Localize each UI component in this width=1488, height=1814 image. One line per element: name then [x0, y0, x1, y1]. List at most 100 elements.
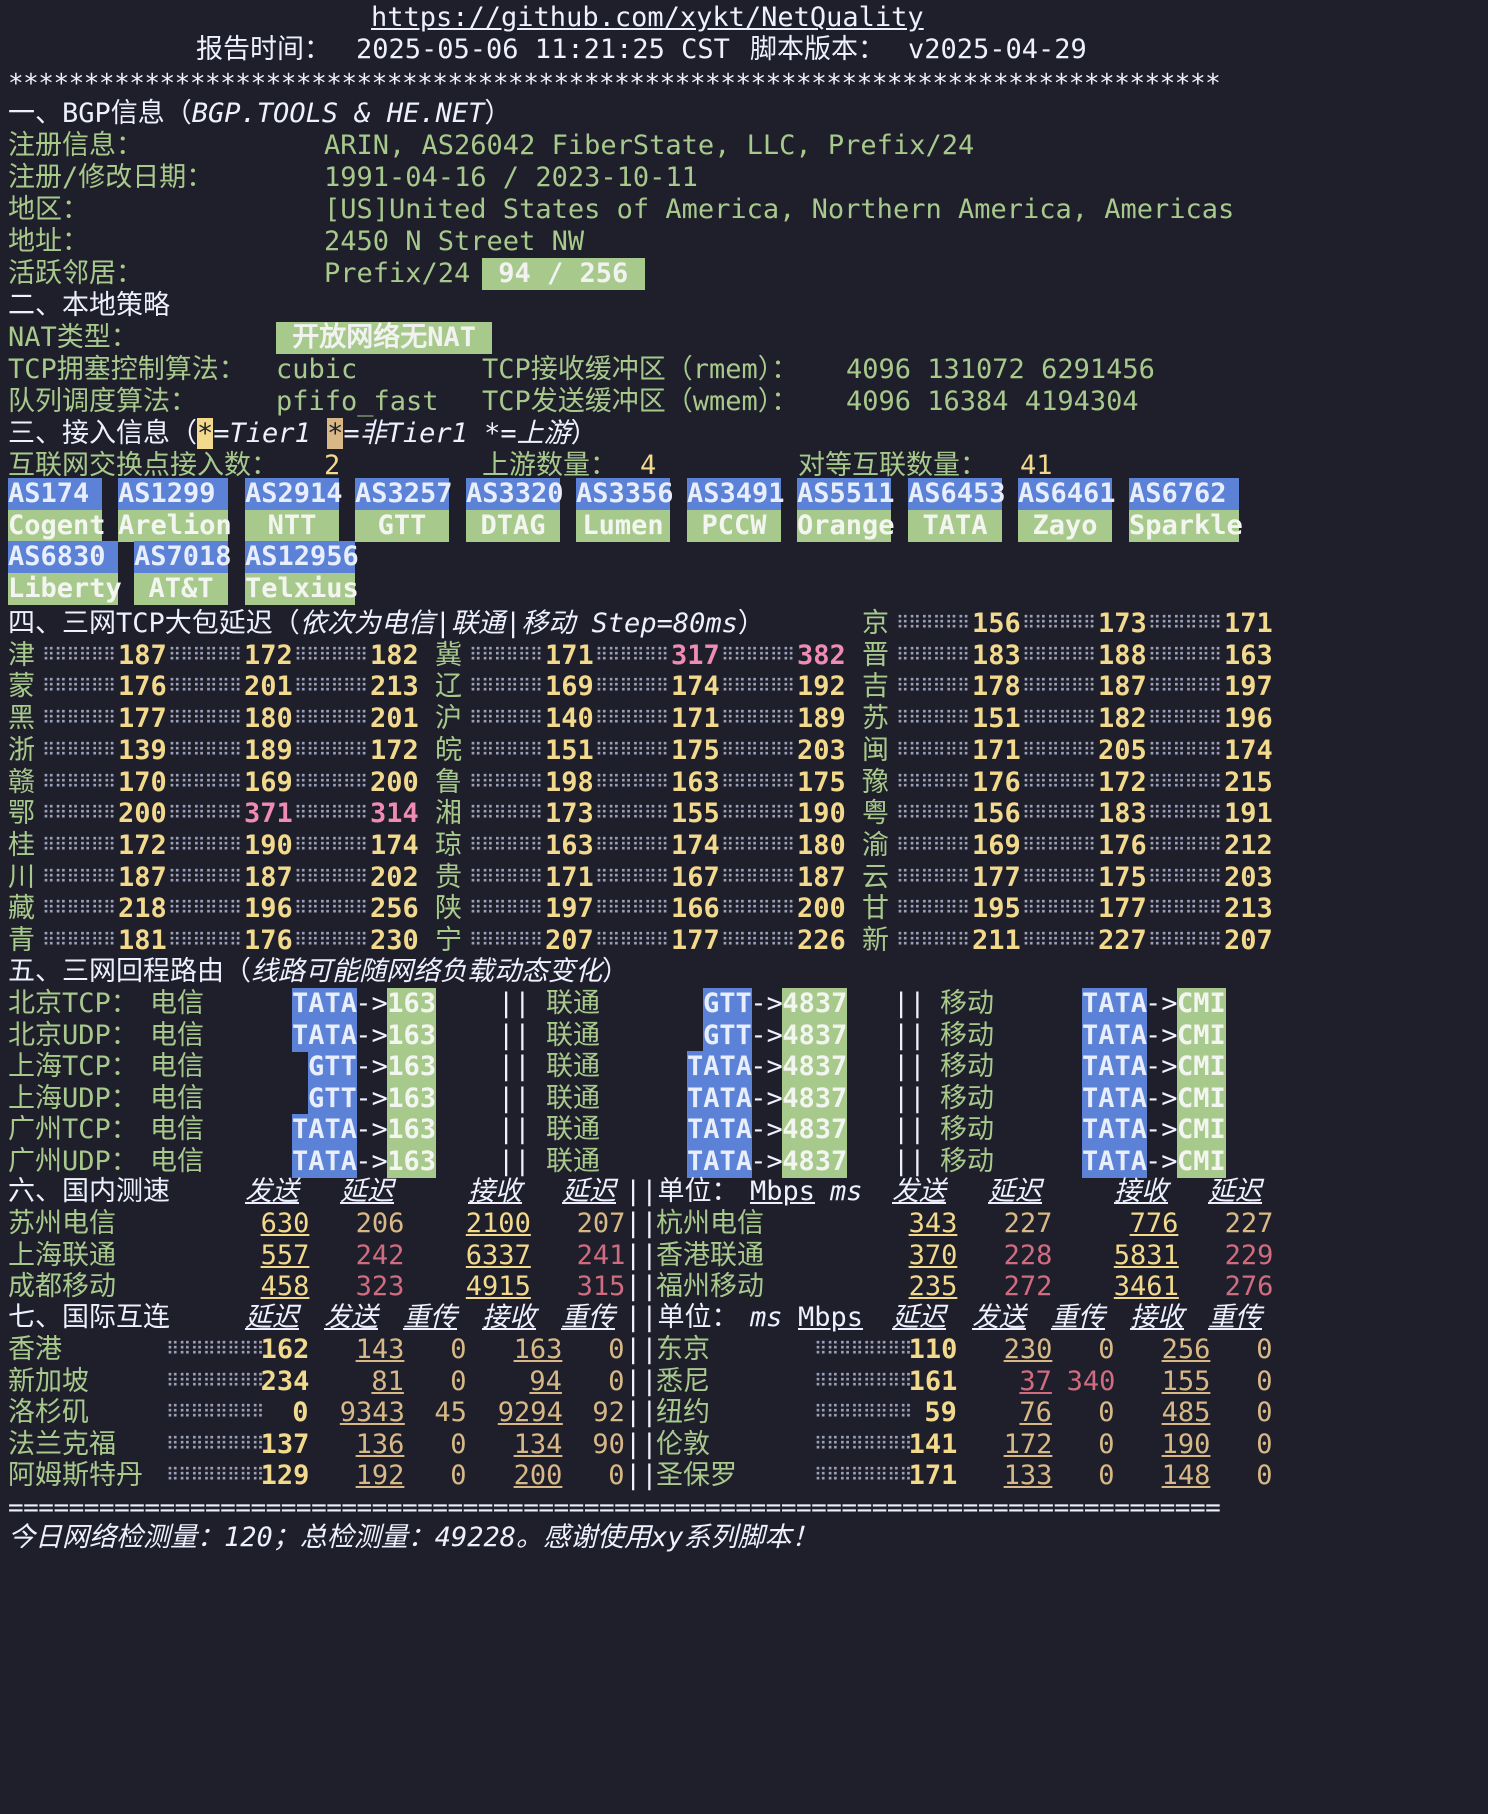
asn-name: Sparkle: [1129, 510, 1243, 542]
intl-row: 法兰克福 ⠿⠿⠿⠿⠿⠿⠿⠿ 137 136 0 134 90 || 伦敦 ⠿⠿⠿⠿⠿⠿⠿⠿ 141 1…: [8, 1429, 1408, 1461]
latency-row: 京 ⠿⠿⠿⠿⠿⠿ 156 ⠿⠿⠿⠿⠿⠿ 173 ⠿⠿⠿⠿⠿⠿ 171: [862, 608, 1282, 640]
route-cm-transit: TATA: [1082, 1146, 1148, 1178]
route-sep: ||: [893, 1082, 926, 1114]
latency-value: 191: [1224, 798, 1273, 830]
latency-value: 171: [1224, 608, 1273, 639]
latency-bar-dots: ⠿⠿⠿⠿⠿⠿: [168, 803, 242, 825]
route-cu-transit: TATA: [687, 1114, 753, 1147]
latency-bar-dots: ⠿⠿⠿⠿⠿⠿: [294, 834, 368, 856]
intl-latency-dots: ⠿⠿⠿⠿⠿⠿⠿⠿: [814, 1370, 912, 1392]
latency-value: 163: [671, 766, 720, 798]
carrier-cm: 移动: [940, 1019, 994, 1051]
latency-bar-dots: ⠿⠿⠿⠿⠿⠿: [721, 676, 795, 698]
latency-value: 171: [972, 734, 1021, 766]
latency-row: 浙 ⠿⠿⠿⠿⠿⠿ 139 ⠿⠿⠿⠿⠿⠿ 189 ⠿⠿⠿⠿⠿⠿ 172: [8, 735, 428, 767]
domestic-title: 六、国内测速: [8, 1176, 170, 1207]
province-name: 津: [8, 639, 35, 671]
reg-label: 注册信息：: [8, 130, 143, 161]
intl-title: 七、国际互连: [8, 1302, 170, 1333]
route-cu-transit: GTT: [703, 1019, 752, 1052]
asn-number: AS3356: [576, 478, 674, 510]
intl-sep: ||: [625, 1365, 658, 1397]
intl-latency-2: 161: [908, 1365, 958, 1397]
route-ct-dest: 163: [387, 1019, 436, 1052]
intl-recv-retrans: 92: [592, 1397, 625, 1429]
latency-value: 163: [545, 829, 594, 861]
latency-bar-dots: ⠿⠿⠿⠿⠿⠿: [294, 930, 368, 951]
latency-value: 198: [545, 766, 594, 798]
domestic-recv: 4915: [465, 1271, 531, 1303]
latency-bar-dots: ⠿⠿⠿⠿⠿⠿: [721, 708, 795, 730]
province-name: 吉: [862, 671, 889, 703]
intl-latency-dots: ⠿⠿⠿⠿⠿⠿⠿⠿: [814, 1339, 912, 1360]
latency-value: 212: [1224, 829, 1273, 861]
latency-value: 183: [1098, 798, 1147, 830]
domestic-row: 成都移动 458 323 4915 315 || 福州移动 235 272 3461 276: [8, 1271, 1408, 1303]
latency-value: 182: [1098, 703, 1147, 735]
intl-recv: 200: [513, 1460, 563, 1492]
domestic-send: 458: [260, 1271, 310, 1303]
route-cu-dest: 4837: [782, 1146, 848, 1178]
asn-name: DTAG: [466, 510, 560, 542]
latency-value: 196: [1224, 703, 1273, 735]
latency-bar-dots: ⠿⠿⠿⠿⠿⠿: [1022, 613, 1096, 634]
latency-bar-dots: ⠿⠿⠿⠿⠿⠿: [42, 898, 116, 920]
asn-number: AS1299: [118, 478, 228, 510]
province-name: 苏: [862, 703, 889, 735]
latency-value: 226: [797, 925, 846, 956]
repo-link[interactable]: https://github.com/xykt/NetQuality: [371, 2, 924, 34]
province-name: 冀: [435, 639, 462, 671]
latency-value: 172: [244, 639, 293, 671]
latency-value: 177: [118, 703, 167, 735]
route-ct-dest: 163: [387, 1082, 437, 1115]
latency-bar-dots: ⠿⠿⠿⠿⠿⠿: [721, 771, 795, 793]
latency-bar-dots: ⠿⠿⠿⠿⠿⠿: [294, 866, 368, 888]
intl-latency-2: 59: [924, 1397, 957, 1429]
latency-value: 207: [1224, 925, 1273, 956]
route-sep: ||: [893, 988, 926, 1019]
province-name: 渝: [862, 829, 889, 861]
latency-value: 175: [671, 734, 720, 766]
intl-h-recv: 接收: [482, 1302, 536, 1333]
latency-bar-dots: ⠿⠿⠿⠿⠿⠿: [469, 834, 543, 856]
latency-bar-dots: ⠿⠿⠿⠿⠿⠿: [1022, 866, 1096, 888]
latency-value: 202: [370, 861, 419, 893]
latency-value: 177: [1098, 893, 1147, 925]
intl-row: 香港 ⠿⠿⠿⠿⠿⠿⠿⠿ 162 143 0 163 0 || 东京 ⠿⠿⠿⠿⠿⠿⠿⠿ 110 230 0…: [8, 1334, 1408, 1366]
latency-value: 203: [1224, 861, 1273, 893]
domestic-latency-3: 227: [1003, 1208, 1053, 1239]
latency-bar-dots: ⠿⠿⠿⠿⠿⠿: [1148, 803, 1222, 825]
latency-bar-dots: ⠿⠿⠿⠿⠿⠿: [1148, 930, 1222, 951]
domestic-recv: 6337: [465, 1239, 531, 1271]
province-name: 浙: [8, 734, 35, 766]
route-cm-dest: CMI: [1177, 1082, 1226, 1115]
latency-value: 256: [370, 893, 419, 925]
domestic-latency-2: 241: [576, 1239, 626, 1271]
route-arrow: ->: [1145, 1146, 1178, 1177]
asn-number: AS174: [8, 478, 102, 510]
intl-row: 新加坡 ⠿⠿⠿⠿⠿⠿⠿⠿ 234 81 0 94 0 || 悉尼 ⠿⠿⠿⠿⠿⠿⠿⠿ 161 37 340…: [8, 1366, 1408, 1398]
latency-value: 189: [797, 703, 846, 735]
latency-value: 174: [671, 671, 720, 703]
latency-bar-dots: ⠿⠿⠿⠿⠿⠿: [469, 771, 543, 793]
province-name: 辽: [435, 671, 462, 703]
intl-recv-2: 190: [1161, 1428, 1211, 1460]
route-label: 广州TCP：: [8, 1114, 138, 1146]
latency-value: 176: [244, 925, 293, 956]
intl-site-2: 纽约: [656, 1397, 710, 1429]
latency-value: 163: [1224, 639, 1273, 671]
route-ct-transit: TATA: [292, 1114, 358, 1147]
star-rule: ****************************************…: [8, 69, 1221, 99]
latency-bar-dots: ⠿⠿⠿⠿⠿⠿: [721, 834, 795, 856]
latency-bar-dots: ⠿⠿⠿⠿⠿⠿: [42, 834, 116, 856]
intl-sep: ||: [625, 1428, 658, 1460]
latency-bar-dots: ⠿⠿⠿⠿⠿⠿: [1148, 866, 1222, 888]
intl-recv-retrans-2: 0: [1256, 1334, 1273, 1365]
intl-recv: 163: [513, 1334, 563, 1365]
header-url-line: https://github.com/xykt/NetQuality: [8, 2, 924, 34]
province-name: 贵: [435, 861, 462, 893]
domestic-latency-3: 272: [1003, 1271, 1053, 1303]
latency-value: 382: [797, 639, 846, 671]
latency-bar-dots: ⠿⠿⠿⠿⠿⠿: [294, 644, 368, 666]
intl-h-send: 发送: [324, 1302, 378, 1333]
